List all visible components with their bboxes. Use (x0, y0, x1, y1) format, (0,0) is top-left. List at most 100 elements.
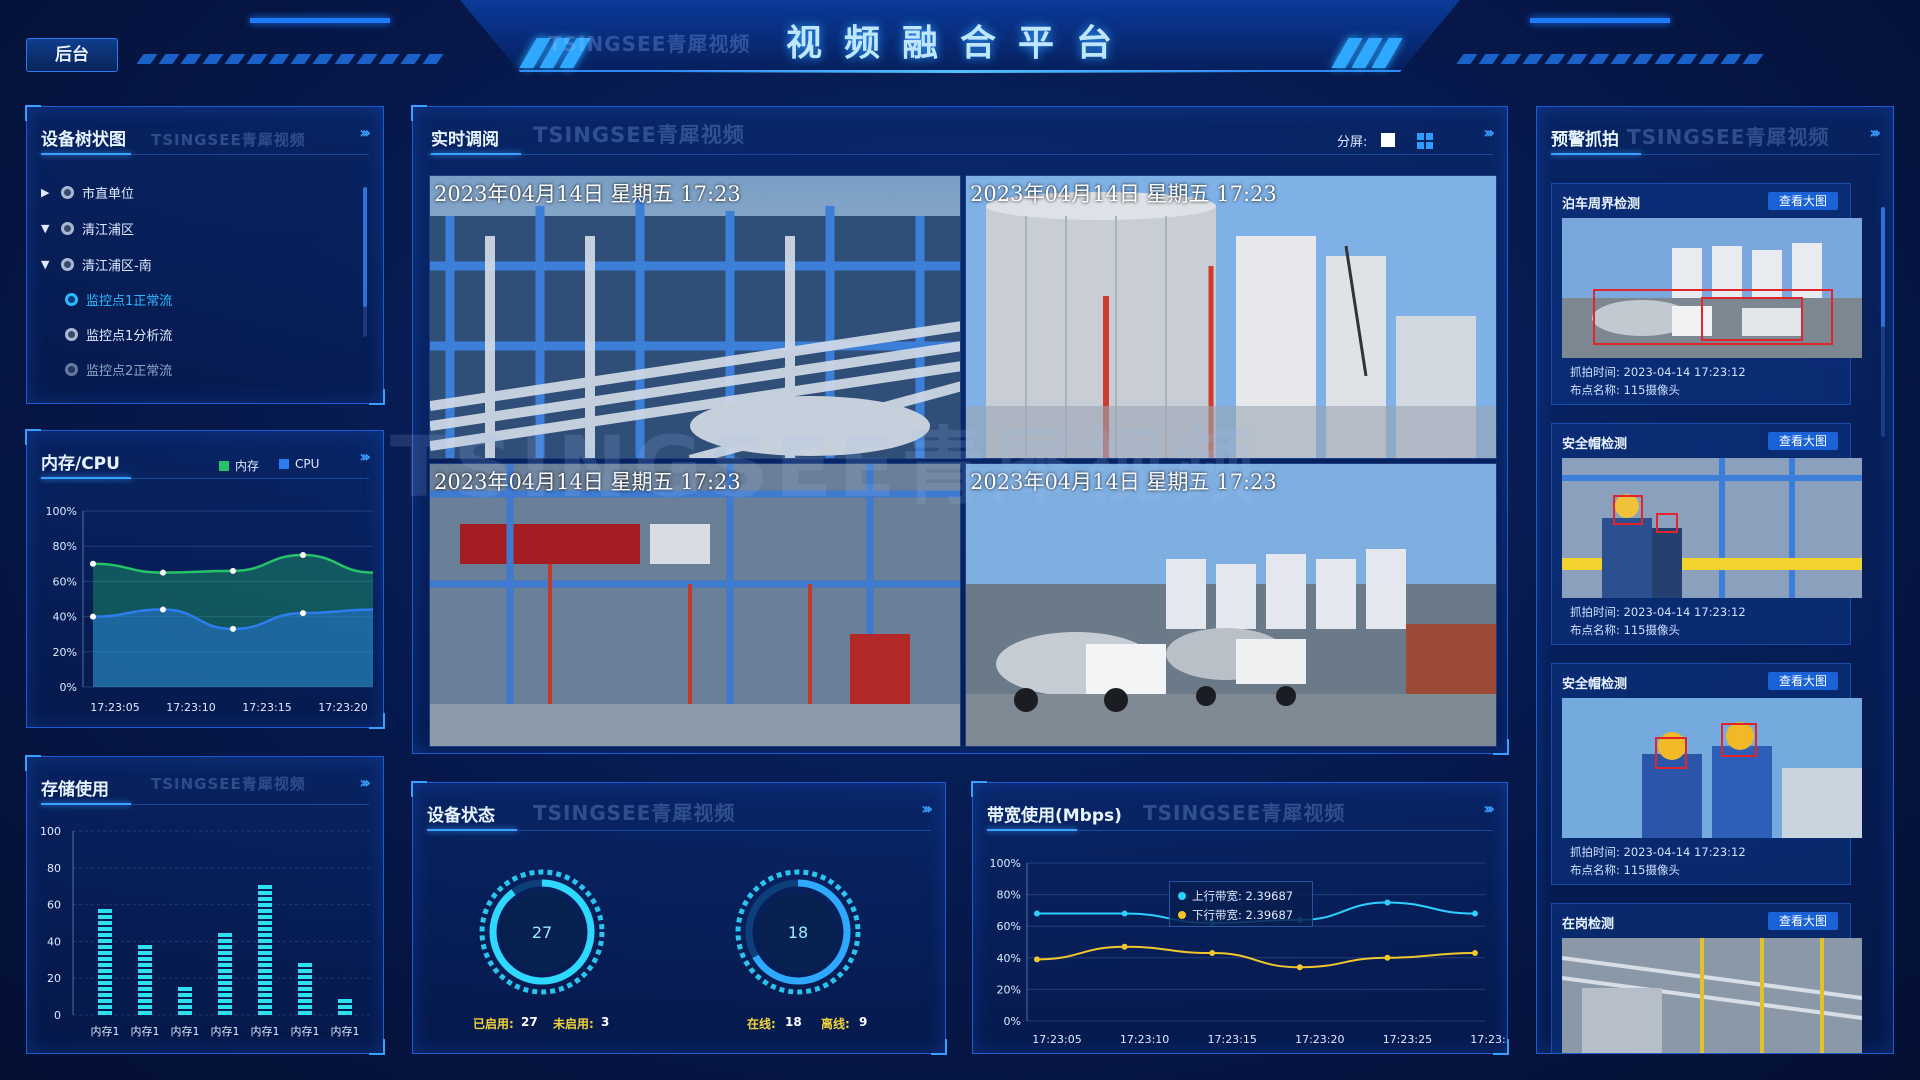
bandwidth-chart: 0% 20% 40% 60% 80% 100% 17:23:05 17:23:10 17:23:… (990, 857, 1507, 1046)
bar-segment (98, 1005, 112, 1009)
gauge-enabled: 27 (479, 869, 605, 995)
y-tick-label: 20% (997, 983, 1021, 996)
device-status-title: 设备状态 (427, 806, 495, 826)
alert-card-helmet-2[interactable]: 安全帽检测 查看大图 抓拍时间: 2023-04-14 17:23:12 布点名… (1551, 663, 1862, 885)
expand-chevron-icon[interactable]: ››› (1869, 123, 1881, 142)
bar-segment (218, 981, 232, 985)
storage-panel: 存储使用 TSINGSEE青犀视频 ››› 0 20 40 60 80 100 内存1 内存1… (25, 755, 385, 1055)
panel-watermark: TSINGSEE青犀视频 (533, 801, 736, 825)
bar-segment (338, 1005, 352, 1009)
bar-segment (138, 999, 152, 1003)
view-large-button[interactable]: 查看大图 (1768, 432, 1838, 450)
tree-node-camera-1-normal[interactable]: 监控点1正常流 (65, 290, 172, 309)
tooltip-down-row: 下行带宽: 2.39687 (1178, 907, 1293, 923)
alerts-scrollbar-thumb[interactable] (1881, 207, 1885, 327)
tree-node-municipal[interactable]: ▶ 市直单位 (41, 183, 134, 202)
bar-segment (138, 963, 152, 967)
camera-icon (65, 363, 78, 376)
split-single-icon[interactable] (1381, 133, 1395, 147)
bar-segment (98, 927, 112, 931)
org-node-icon (61, 258, 74, 271)
panel-title-underline (987, 829, 1077, 831)
x-tick-label: 内存1 (171, 1024, 200, 1038)
bar (138, 945, 152, 1015)
online-label: 在线: (747, 1017, 776, 1031)
live-view-title: 实时调阅 (431, 130, 499, 150)
alert-time-row: 抓拍时间: 2023-04-14 17:23:12 (1570, 604, 1746, 620)
expand-chevron-icon[interactable]: ››› (921, 799, 933, 818)
bar-segment (218, 945, 232, 949)
meta-value: 2023-04-14 17:23:12 (1623, 605, 1746, 619)
x-tick-label: 17:23:25 (1383, 1033, 1432, 1046)
device-status-panel: 设备状态 TSINGSEE青犀视频 ››› 27 已启用: 27 未启用: 3 … (411, 781, 947, 1055)
alert-snapshot[interactable] (1562, 938, 1862, 1053)
y-tick-label: 80 (47, 862, 61, 875)
bar-segment (138, 993, 152, 997)
bandwidth-title: 带宽使用(Mbps) (987, 806, 1122, 826)
expand-chevron-icon[interactable]: ››› (359, 773, 371, 792)
bar-segment (138, 987, 152, 991)
x-tick-label: 内存1 (91, 1024, 120, 1038)
back-button[interactable]: 后台 (26, 38, 118, 72)
bar-segment (218, 933, 232, 937)
gauge-value: 27 (532, 923, 552, 942)
mem-cpu-panel: 内存/CPU ››› 内存 CPU 0% 20% 40% 60% 80% 100% 17:2… (25, 429, 385, 729)
tree-node-camera-1-analysis[interactable]: 监控点1分析流 (65, 325, 172, 344)
bar-segment (298, 987, 312, 991)
tree-node-camera-2-normal[interactable]: 监控点2正常流 (65, 360, 172, 379)
device-tree-title: 设备树状图 (41, 130, 126, 150)
expand-chevron-icon[interactable]: ››› (359, 447, 371, 466)
y-tick-label: 100% (990, 857, 1021, 870)
bar (178, 987, 192, 1015)
bar-segment (258, 999, 272, 1003)
data-point (160, 569, 166, 576)
view-large-button[interactable]: 查看大图 (1768, 912, 1838, 930)
meta-label: 抓拍时间: (1570, 605, 1620, 619)
panel-watermark: TSINGSEE青犀视频 (1627, 125, 1830, 149)
camera-icon (65, 293, 78, 306)
alert-snapshot[interactable] (1562, 218, 1862, 358)
tree-node-label: 监控点1正常流 (86, 294, 173, 309)
panel-title-underline (41, 153, 131, 155)
x-tick-label: 17:23:05 (1032, 1033, 1081, 1046)
alert-card-helmet-1[interactable]: 安全帽检测 查看大图 抓拍时间: 2023-04-14 17:23:12 布点名… (1551, 423, 1862, 645)
bar (338, 999, 352, 1015)
camera-icon (65, 328, 78, 341)
bar-segment (218, 969, 232, 973)
meta-label: 布点名称: (1570, 863, 1620, 877)
meta-value: 115摄像头 (1623, 863, 1680, 877)
tree-node-qingjiangpu-south[interactable]: ▼ 清江浦区-南 (41, 255, 152, 274)
tree-scrollbar-thumb[interactable] (363, 187, 367, 307)
tooltip-label: 上行带宽: (1192, 889, 1242, 903)
tree-node-label: 监控点2正常流 (86, 364, 173, 379)
expand-chevron-icon[interactable]: ››› (1483, 799, 1495, 818)
view-large-button[interactable]: 查看大图 (1768, 192, 1838, 210)
alert-card-parking[interactable]: 泊车周界检测 查看大图 抓拍时间: 2023-04-14 17:23:12 布点… (1551, 183, 1862, 405)
alert-snapshot[interactable] (1562, 698, 1862, 838)
y-tick-label: 20 (47, 972, 61, 985)
alert-snapshot[interactable] (1562, 458, 1862, 598)
snapshot-trucks-image (1562, 218, 1862, 358)
bar (98, 909, 112, 1015)
tree-node-label: 监控点1分析流 (86, 329, 173, 344)
expand-chevron-icon[interactable]: ››› (359, 123, 371, 142)
bar-segment (138, 975, 152, 979)
y-tick-label: 80% (53, 540, 77, 553)
disabled-value: 3 (601, 1015, 610, 1029)
expand-chevron-icon[interactable]: ››› (1483, 123, 1495, 142)
bar-segment (298, 969, 312, 973)
bar-segment (98, 939, 112, 943)
caret-right-icon: ▶ (41, 186, 50, 199)
storage-title: 存储使用 (41, 780, 109, 800)
y-tick-label: 20% (53, 646, 77, 659)
alerts-panel: 预警抓拍 TSINGSEE青犀视频 ››› 泊车周界检测 查看大图 抓拍时间: … (1536, 106, 1894, 1054)
alert-card-on-duty[interactable]: 在岗检测 查看大图 (1551, 903, 1862, 1053)
split-quad-icon[interactable] (1417, 133, 1433, 149)
tree-node-qingjiangpu[interactable]: ▼ 清江浦区 (41, 219, 134, 238)
bar-segment (218, 1005, 232, 1009)
view-large-button[interactable]: 查看大图 (1768, 672, 1838, 690)
panel-title-underline (431, 153, 521, 155)
meta-label: 抓拍时间: (1570, 365, 1620, 379)
bar-segment (258, 981, 272, 985)
panel-divider (427, 154, 1493, 155)
